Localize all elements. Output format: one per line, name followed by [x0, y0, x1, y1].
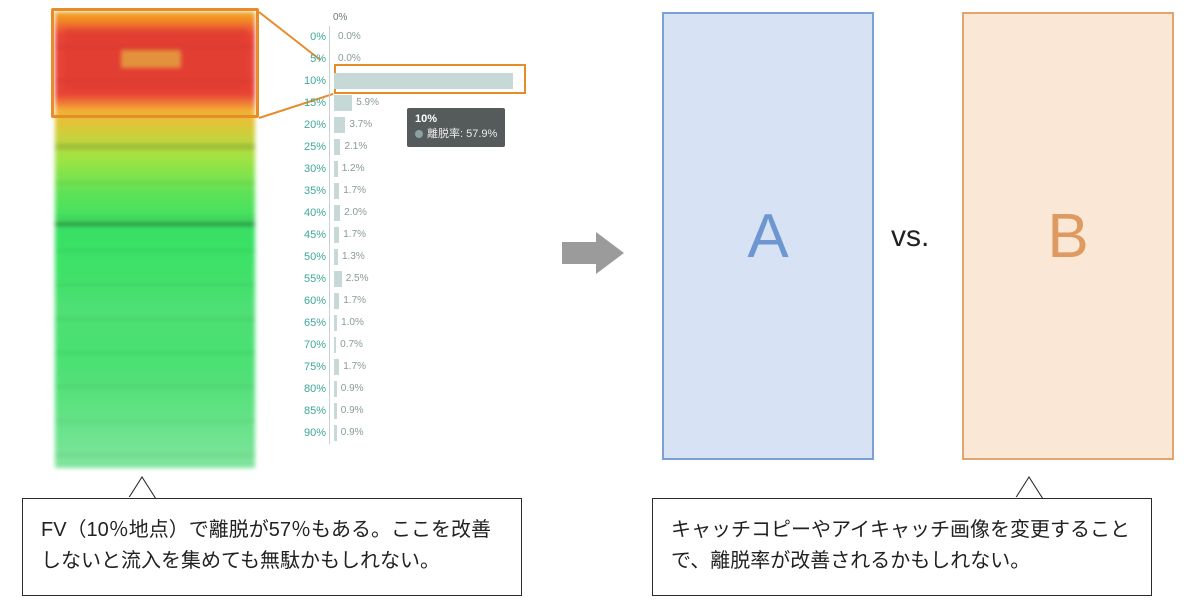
left-analysis-block: 0% 0% 0.0% 5% 0.0% 10% 15% 5.9% 20% 3.7% 25% 2.1% 3… [55, 12, 535, 492]
chart-bar-value: 0.0% [338, 29, 361, 45]
chart-row: 80% 0.9% [295, 378, 535, 400]
chart-bar-value: 1.2% [342, 161, 365, 177]
chart-bar [334, 95, 352, 111]
chart-tooltip: 10% 離脱率: 57.9% [407, 108, 505, 147]
chart-bar-value: 1.7% [343, 227, 366, 243]
chart-row-label: 90% [295, 427, 329, 439]
chart-row-label: 40% [295, 207, 329, 219]
annotation-right: キャッチコピーやアイキャッチ画像を変更することで、離脱率が改善されるかもしれない… [652, 498, 1152, 596]
chart-row: 0% 0.0% [295, 26, 535, 48]
chart-row-label: 65% [295, 317, 329, 329]
chart-row-label: 0% [295, 31, 329, 43]
chart-bar [334, 183, 339, 199]
focus-frame [51, 8, 259, 118]
chart-row-label: 25% [295, 141, 329, 153]
chart-bar-value: 1.7% [343, 183, 366, 199]
chart-bar [334, 205, 340, 221]
variant-a-label: A [747, 201, 788, 272]
chart-row-label: 85% [295, 405, 329, 417]
chart-row: 5% 0.0% [295, 48, 535, 70]
chart-row-label: 5% [295, 53, 329, 65]
chart-bar [334, 271, 342, 287]
chart-bar-value: 1.7% [343, 293, 366, 309]
chart-row: 55% 2.5% [295, 268, 535, 290]
chart-bar-value: 1.3% [342, 249, 365, 265]
chart-bar [334, 139, 340, 155]
variant-b-label: B [1047, 201, 1088, 272]
chart-row-label: 70% [295, 339, 329, 351]
chart-row: 75% 1.7% [295, 356, 535, 378]
variant-card-a: A [662, 12, 874, 460]
chart-row: 35% 1.7% [295, 180, 535, 202]
chart-row-label: 45% [295, 229, 329, 241]
chart-row-label: 35% [295, 185, 329, 197]
chart-top-label: 0% [295, 12, 535, 26]
chart-bar [334, 227, 339, 243]
chart-row: 60% 1.7% [295, 290, 535, 312]
chart-bar [334, 337, 336, 353]
variant-card-b: B [962, 12, 1174, 460]
exit-rate-bar-chart: 0% 0% 0.0% 5% 0.0% 10% 15% 5.9% 20% 3.7% 25% 2.1% 3… [295, 12, 535, 444]
chart-bar-value: 1.0% [341, 315, 364, 331]
chart-row: 40% 2.0% [295, 202, 535, 224]
chart-row-label: 55% [295, 273, 329, 285]
chart-row: 30% 1.2% [295, 158, 535, 180]
series-dot-icon [415, 130, 423, 138]
chart-row: 90% 0.9% [295, 422, 535, 444]
chart-row-label: 15% [295, 97, 329, 109]
chart-bar-value: 0.7% [340, 337, 363, 353]
chart-bar-value: 0.9% [341, 425, 364, 441]
chart-bar-value: 0.9% [341, 403, 364, 419]
chart-row: 65% 1.0% [295, 312, 535, 334]
chart-row-label: 60% [295, 295, 329, 307]
chart-row: 85% 0.9% [295, 400, 535, 422]
chart-bar-value: 5.9% [356, 95, 379, 111]
chart-bar [334, 381, 337, 397]
chart-row: 50% 1.3% [295, 246, 535, 268]
tooltip-line2: 離脱率: 57.9% [415, 127, 497, 142]
chart-row-label: 50% [295, 251, 329, 263]
chart-bar [334, 249, 338, 265]
annotation-left: FV（10％地点）で離脱が57％もある。ここを改善しないと流入を集めても無駄かも… [22, 498, 522, 596]
chart-bar [334, 425, 337, 441]
chart-bar-value: 2.0% [344, 205, 367, 221]
arrow-right-icon [562, 232, 624, 274]
chart-row: 45% 1.7% [295, 224, 535, 246]
chart-row: 10% [295, 70, 535, 92]
chart-bar [334, 359, 339, 375]
chart-row-label: 20% [295, 119, 329, 131]
chart-row-label: 75% [295, 361, 329, 373]
chart-bar [334, 117, 345, 133]
chart-bar [334, 315, 337, 331]
chart-bar [334, 403, 337, 419]
chart-row-label: 30% [295, 163, 329, 175]
chart-row: 70% 0.7% [295, 334, 535, 356]
tooltip-line1: 10% [415, 112, 497, 127]
chart-row-label: 10% [295, 75, 329, 87]
chart-bar-value: 2.1% [344, 139, 367, 155]
vs-label: vs. [891, 220, 929, 254]
chart-bar-value: 2.5% [346, 271, 369, 287]
chart-bar-value: 0.9% [341, 381, 364, 397]
chart-bar [334, 73, 513, 89]
chart-bar [334, 161, 338, 177]
chart-bar-value: 0.0% [338, 51, 361, 67]
chart-bar [334, 293, 339, 309]
chart-bar-value: 1.7% [343, 359, 366, 375]
chart-row-label: 80% [295, 383, 329, 395]
chart-bar-value: 3.7% [349, 117, 372, 133]
